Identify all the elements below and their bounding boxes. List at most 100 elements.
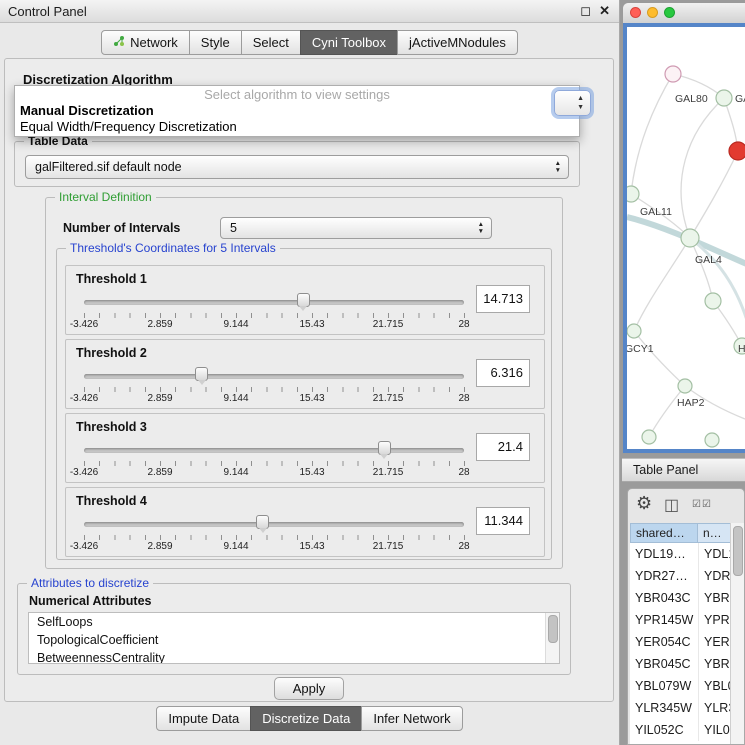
node-label: GAL11 — [640, 206, 672, 218]
algorithm-option-equal-width[interactable]: Equal Width/Frequency Discretization — [15, 119, 579, 135]
tab-discretize-data[interactable]: Discretize Data — [250, 706, 362, 731]
threshold-slider[interactable]: -3.426 2.859 9.144 15.43 21.715 28 — [84, 293, 464, 331]
list-item[interactable]: BetweennessCentrality — [29, 649, 559, 664]
threshold-value-field[interactable]: 21.4 — [476, 433, 530, 461]
tab-label: jActiveMNodules — [409, 35, 506, 50]
slider-track[interactable] — [84, 522, 464, 527]
network-window: GAL80 GA GAL11 GAL4 GCY1 H HAP2 — [622, 2, 745, 454]
slider-scale-labels: -3.426 2.859 9.144 15.43 21.715 28 — [84, 319, 464, 331]
table-data-combobox[interactable]: galFiltered.sif default node ▲▼ — [25, 155, 569, 179]
minimize-icon[interactable]: ◻ — [580, 3, 591, 19]
scrollbar-thumb[interactable] — [733, 526, 743, 576]
slider-track[interactable] — [84, 448, 464, 453]
slider-thumb[interactable] — [297, 293, 310, 307]
network-node[interactable] — [642, 430, 656, 444]
table-scrollbar[interactable] — [730, 523, 744, 744]
table-cell[interactable]: YBR0… — [698, 653, 731, 675]
number-of-intervals-label: Number of Intervals — [63, 221, 180, 235]
network-window-titlebar[interactable] — [623, 3, 745, 24]
algorithm-combobox[interactable]: ▲▼ — [554, 90, 591, 116]
network-node[interactable] — [678, 379, 692, 393]
network-canvas[interactable]: GAL80 GA GAL11 GAL4 GCY1 H HAP2 — [627, 27, 745, 449]
table-row[interactable]: YBL079W YBL0… — [630, 675, 731, 697]
slider-track[interactable] — [84, 300, 464, 305]
table-cell[interactable]: YBR043C — [630, 587, 698, 609]
network-node[interactable] — [681, 229, 699, 247]
threshold-slider[interactable]: -3.426 2.859 9.144 15.43 21.715 28 — [84, 367, 464, 405]
node-label: GAL80 — [675, 93, 708, 105]
column-header-shared-name[interactable]: shared… — [630, 523, 698, 543]
attributes-listbox[interactable]: SelfLoops TopologicalCoefficient Between… — [28, 612, 560, 664]
table-row[interactable]: YDL19… YDL1… — [630, 543, 731, 565]
table-cell[interactable]: YBR0… — [698, 587, 731, 609]
tab-label: Impute Data — [168, 711, 239, 726]
table-cell[interactable]: YIL0… — [698, 719, 731, 741]
table-cell[interactable]: YDR2… — [698, 565, 731, 587]
close-icon[interactable]: ✕ — [599, 3, 610, 19]
zoom-traffic-light-icon[interactable] — [664, 7, 675, 18]
table-cell[interactable]: YPR1… — [698, 609, 731, 631]
slider-thumb[interactable] — [378, 441, 391, 455]
tab-select[interactable]: Select — [241, 30, 301, 55]
table-panel-header[interactable]: Table Panel — [622, 458, 745, 482]
slider-thumb[interactable] — [195, 367, 208, 381]
list-item[interactable]: SelfLoops — [29, 613, 559, 631]
tab-style[interactable]: Style — [189, 30, 242, 55]
control-panel-titlebar[interactable]: Control Panel ◻ ✕ — [0, 0, 619, 23]
columns-icon[interactable]: ◫ — [664, 495, 679, 515]
table-row[interactable]: YER054C YER0… — [630, 631, 731, 653]
tab-network[interactable]: Network — [101, 30, 190, 55]
table-cell[interactable]: YBR045C — [630, 653, 698, 675]
slider-thumb[interactable] — [256, 515, 269, 529]
network-node[interactable] — [716, 90, 732, 106]
threshold-value-field[interactable]: 6.316 — [476, 359, 530, 387]
table-row[interactable]: YBR043C YBR0… — [630, 587, 731, 609]
algorithm-placeholder: Select algorithm to view settings — [15, 86, 579, 103]
table-row[interactable]: YLR345W YLR3… — [630, 697, 731, 719]
threshold-value-field[interactable]: 11.344 — [476, 507, 530, 535]
number-of-intervals-combobox[interactable]: 5 ▲▼ — [220, 217, 492, 239]
table-cell[interactable]: YIL052C — [630, 719, 698, 741]
interval-definition-group: Interval Definition Number of Intervals … — [45, 197, 563, 569]
table-cell[interactable]: YER054C — [630, 631, 698, 653]
select-columns-icon[interactable]: ☑☑ — [692, 499, 712, 510]
threshold-slider[interactable]: -3.426 2.859 9.144 15.43 21.715 28 — [84, 515, 464, 553]
threshold-slider[interactable]: -3.426 2.859 9.144 15.43 21.715 28 — [84, 441, 464, 479]
table-cell[interactable]: YDR27… — [630, 565, 698, 587]
network-node-selected[interactable] — [729, 142, 745, 160]
table-cell[interactable]: YLR345W — [630, 697, 698, 719]
table-row[interactable]: YPR145W YPR1… — [630, 609, 731, 631]
tab-impute-data[interactable]: Impute Data — [156, 706, 251, 731]
table-row[interactable]: YBR045C YBR0… — [630, 653, 731, 675]
table-row[interactable]: YDR27… YDR2… — [630, 565, 731, 587]
table-cell[interactable]: YBL079W — [630, 675, 698, 697]
network-node[interactable] — [627, 186, 639, 202]
tab-cyni-toolbox[interactable]: Cyni Toolbox — [300, 30, 398, 55]
tab-infer-network[interactable]: Infer Network — [361, 706, 462, 731]
attributes-scrollbar[interactable] — [545, 613, 559, 663]
tab-jactivemnodules[interactable]: jActiveMNodules — [397, 30, 518, 55]
close-traffic-light-icon[interactable] — [630, 7, 641, 18]
algorithm-option-manual[interactable]: Manual Discretization — [15, 103, 579, 119]
apply-button[interactable]: Apply — [274, 677, 344, 700]
table-cell[interactable]: YLR3… — [698, 697, 731, 719]
table-header-row: shared… n… — [630, 523, 731, 543]
threshold-value-field[interactable]: 14.713 — [476, 285, 530, 313]
column-header-name[interactable]: n… — [698, 523, 731, 543]
network-node[interactable] — [627, 324, 641, 338]
table-row[interactable]: YIL052C YIL0… — [630, 719, 731, 741]
table-cell[interactable]: YER0… — [698, 631, 731, 653]
slider-scale-labels: -3.426 2.859 9.144 15.43 21.715 28 — [84, 541, 464, 553]
network-node[interactable] — [665, 66, 681, 82]
gear-icon[interactable]: ⚙ — [636, 493, 652, 514]
list-item[interactable]: TopologicalCoefficient — [29, 631, 559, 649]
scrollbar-thumb[interactable] — [548, 615, 558, 643]
network-node[interactable] — [705, 433, 719, 447]
slider-track[interactable] — [84, 374, 464, 379]
network-node[interactable] — [705, 293, 721, 309]
table-cell[interactable]: YDL1… — [698, 543, 731, 565]
table-cell[interactable]: YBL0… — [698, 675, 731, 697]
minimize-traffic-light-icon[interactable] — [647, 7, 658, 18]
table-cell[interactable]: YDL19… — [630, 543, 698, 565]
table-cell[interactable]: YPR145W — [630, 609, 698, 631]
